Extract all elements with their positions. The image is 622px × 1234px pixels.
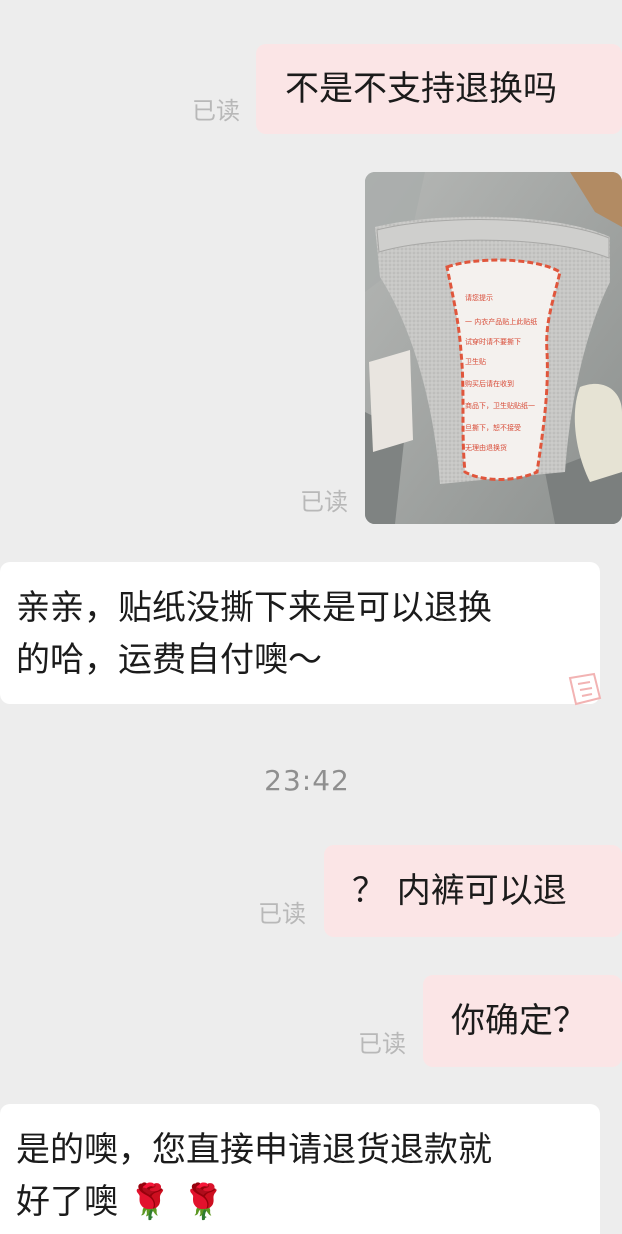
sent-photo-underwear[interactable]: 请您提示 一 内衣产品贴上此贴纸 试穿时请不要撕下 卫生贴 购买后请在收到 商品…	[365, 172, 622, 524]
message-text: 好了噢	[16, 1182, 118, 1222]
message-text: 你确定？	[451, 1001, 587, 1041]
message-bubble-outgoing[interactable]: 不是不支持退换吗	[256, 44, 622, 134]
read-receipt: 已读	[300, 488, 348, 516]
message-text: ？ 内裤可以退	[352, 871, 567, 911]
chat-timestamp: 23:42	[264, 764, 350, 797]
read-receipt: 已读	[258, 900, 306, 928]
read-receipt: 已读	[358, 1030, 406, 1058]
message-bubble-incoming[interactable]: 是的噢，您直接申请退货退款就 好了噢 🌹 🌹	[0, 1104, 600, 1234]
chat-window: 已读 不是不支持退换吗 已读 请您提示 一 内衣产品贴上此贴纸 试穿时请不要撕下…	[0, 0, 622, 1234]
svg-text:商品下，卫生贴贴纸一: 商品下，卫生贴贴纸一	[465, 401, 535, 410]
rose-emoji-icon: 🌹	[181, 1182, 225, 1222]
svg-text:卫生贴: 卫生贴	[465, 357, 486, 366]
message-text: 不是不支持退换吗	[285, 69, 557, 109]
photo-image: 请您提示 一 内衣产品贴上此贴纸 试穿时请不要撕下 卫生贴 购买后请在收到 商品…	[365, 172, 622, 524]
message-text-line: 好了噢 🌹 🌹	[16, 1176, 600, 1228]
message-text-line: 的哈，运费自付噢～	[16, 640, 322, 680]
svg-text:试穿时请不要撕下: 试穿时请不要撕下	[465, 337, 521, 346]
message-bubble-outgoing[interactable]: 你确定？	[423, 975, 622, 1067]
svg-text:旦撕下，恕不接受: 旦撕下，恕不接受	[465, 423, 521, 432]
svg-text:购买后请在收到: 购买后请在收到	[465, 379, 514, 388]
svg-text:一 内衣产品贴上此贴纸: 一 内衣产品贴上此贴纸	[465, 317, 537, 326]
watermark-stamp-icon	[568, 672, 602, 706]
svg-text:无理由退换货: 无理由退换货	[465, 443, 507, 452]
svg-text:请您提示: 请您提示	[465, 293, 493, 302]
message-text-line: 是的噢，您直接申请退货退款就	[16, 1130, 492, 1170]
message-text-line: 亲亲，贴纸没撕下来是可以退换	[16, 588, 492, 628]
message-bubble-incoming[interactable]: 亲亲，贴纸没撕下来是可以退换 的哈，运费自付噢～	[0, 562, 600, 704]
read-receipt: 已读	[192, 97, 240, 125]
message-bubble-outgoing[interactable]: ？ 内裤可以退	[324, 845, 622, 937]
rose-emoji-icon: 🌹	[128, 1182, 172, 1222]
